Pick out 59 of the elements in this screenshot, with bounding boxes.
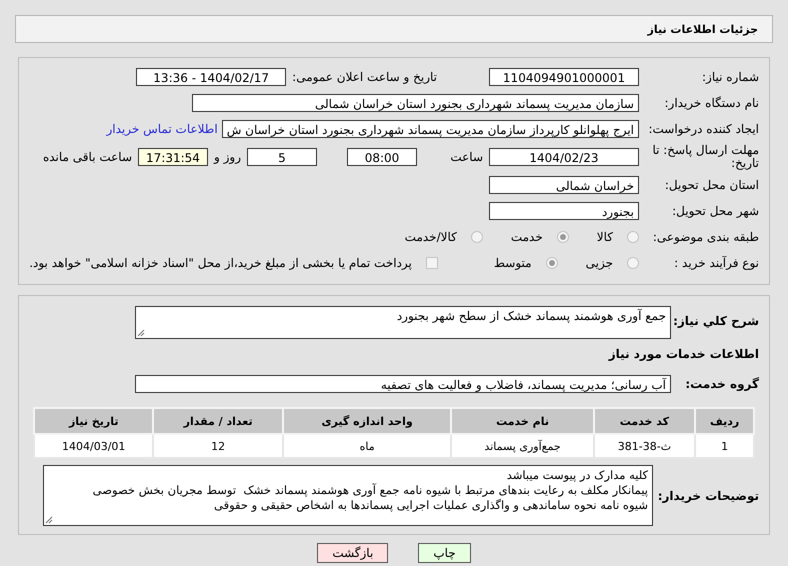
- requester-field: ایرج پهلوانلو کارپرداز سازمان مدیریت پسماند شهرداری بجنورد استان خراسان ش: [222, 120, 639, 138]
- field-label: نوع فرآیند خرید :: [673, 256, 759, 270]
- column-header: واحد اندازه گیری: [282, 408, 452, 434]
- field-label: استان محل تحویل:: [664, 178, 759, 192]
- radio-button[interactable]: [627, 231, 639, 243]
- column-header: نام خدمت: [451, 408, 594, 434]
- table-cell: ماه: [282, 434, 452, 458]
- table-cell: 1404/03/01: [34, 434, 154, 458]
- buyer-org-field: سازمان مدیریت پسماند شهرداری بجنورد استان خراسان شمالی: [192, 94, 639, 112]
- deadline-date-field: 1404/02/23: [489, 148, 639, 166]
- summary-textarea[interactable]: جمع آوری هوشمند پسماند خشک از سطح شهر بجنورد: [135, 306, 671, 339]
- table-cell: 12: [153, 434, 283, 458]
- field-label: ایجاد کننده درخواست:: [647, 122, 759, 136]
- column-header: کد خدمت: [594, 408, 696, 434]
- field-label: مهلت ارسال پاسخ: تا تاریخ:: [651, 144, 759, 170]
- need-number-field: 1104094901000001: [489, 68, 639, 86]
- remaining-time-field: 17:31:54: [138, 148, 208, 166]
- field-label: شماره نیاز:: [701, 70, 759, 84]
- field-label: توضیحات خریدار:: [656, 488, 759, 502]
- payment-note: پرداخت تمام یا بخشی از مبلغ خرید،از محل "اسناد خزانه اسلامی" خواهد بود.: [29, 256, 412, 270]
- column-header: تاریخ نیاز: [34, 408, 154, 434]
- radio-button[interactable]: [546, 257, 558, 269]
- section-title: اطلاعات خدمات مورد نیاز: [608, 347, 759, 361]
- option-label: جزیی: [584, 256, 614, 270]
- option-label: کالا: [596, 230, 614, 244]
- announce-date-field: 1404/02/17 - 13:36: [136, 68, 286, 86]
- resize-grip-icon[interactable]: [137, 329, 145, 337]
- radio-button[interactable]: [556, 231, 569, 243]
- table-cell: 1: [695, 434, 754, 458]
- buyer-notes-textarea[interactable]: کلیه مدارک در پیوست میباشد پیمانکار مکلف به رعایت بندهای مرتبط با شیوه نامه جمع آوری هوشمند پسماند خشک توسط مجریان بخش خصوصی شیوه نامه نحوه ساماندهی و واگذاری عملیات اجرایی پسماندها به اشخاص حقیقی و حقوقی: [43, 465, 653, 526]
- field-label: گروه خدمت:: [684, 377, 759, 391]
- radio-button[interactable]: [627, 257, 639, 269]
- column-header: ردیف: [695, 408, 754, 434]
- table-cell: جمع‌آوری پسماند: [451, 434, 594, 458]
- field-label: روز و: [212, 150, 242, 164]
- column-header: تعداد / مقدار: [153, 408, 283, 434]
- back-button[interactable]: بازگشت: [317, 543, 388, 563]
- print-button[interactable]: چاپ: [418, 543, 471, 563]
- field-label: شرح کلي نياز:: [672, 314, 759, 328]
- field-label: شهر محل تحویل:: [671, 204, 759, 218]
- province-field: خراسان شمالی: [489, 176, 639, 194]
- option-label: خدمت: [510, 230, 544, 244]
- deadline-time-field: 08:00: [347, 148, 417, 166]
- city-field: بجنورد: [489, 202, 639, 220]
- field-label: طبقه بندی موضوعی:: [652, 230, 759, 244]
- table-cell: ث-38-381: [594, 434, 696, 458]
- option-label: متوسط: [492, 256, 533, 270]
- field-label: ساعت باقی مانده: [42, 150, 133, 164]
- field-label: تاریخ و ساعت اعلان عمومی:: [291, 70, 438, 84]
- days-field: 5: [247, 148, 317, 166]
- resize-grip-icon[interactable]: [45, 516, 53, 524]
- checkbox[interactable]: [426, 257, 438, 269]
- radio-button[interactable]: [470, 231, 483, 243]
- page-title: جزئیات اطلاعات نیاز: [648, 22, 758, 36]
- option-label: کالا/خدمت: [404, 230, 458, 244]
- service-group-field: آب رسانی؛ مدیریت پسماند، فاضلاب و فعالیت های تصفیه: [135, 375, 671, 393]
- contact-link[interactable]: اطلاعات تماس خریدار: [102, 122, 222, 136]
- field-label: نام دستگاه خریدار:: [664, 96, 759, 110]
- field-label: ساعت: [449, 150, 484, 164]
